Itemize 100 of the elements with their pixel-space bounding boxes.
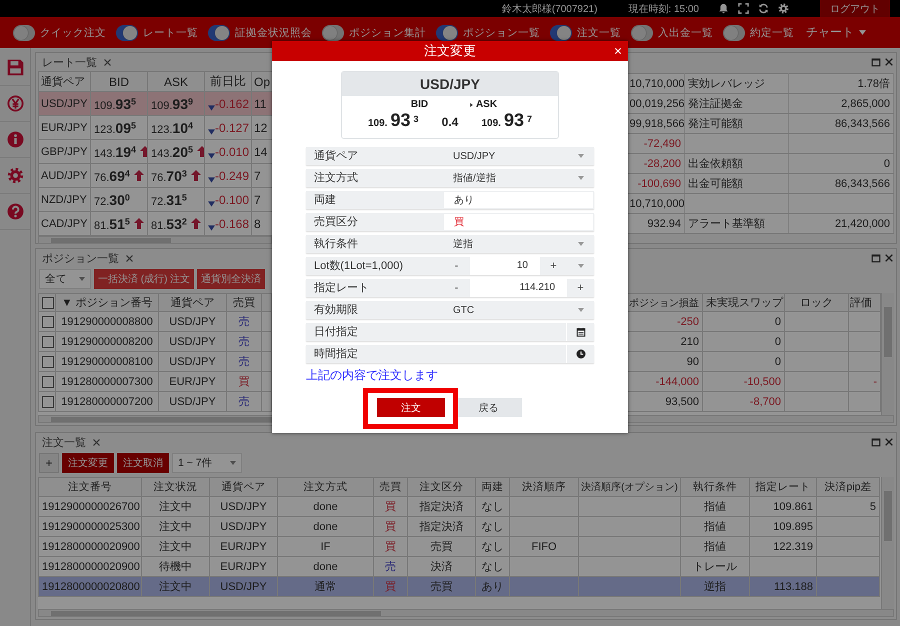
panel-tab[interactable]: ポジション一覧 <box>38 250 138 266</box>
table-cell: 11 <box>252 92 272 116</box>
vertical-scrollbar[interactable] <box>881 477 894 609</box>
table-cell: 1912800000020900 <box>38 536 142 556</box>
column-header: 注文方式 <box>278 478 374 496</box>
maximize-icon[interactable] <box>871 253 881 263</box>
table-cell: アラート基準額 <box>684 214 788 234</box>
toggle-switch[interactable] <box>436 24 458 40</box>
action-button[interactable]: 通貨別全決済 <box>197 269 266 289</box>
table-row[interactable]: GBP/JPY 143.19$^{4}$ 143.20$^{5}$ -0.010 14 <box>38 140 272 164</box>
dropdown[interactable]: 逆指 <box>443 235 594 253</box>
table-cell: USD/JPY <box>210 576 278 596</box>
table-cell: 売 <box>226 312 262 332</box>
table-cell: 注文中 <box>142 576 210 596</box>
table-row[interactable]: USD/JPY 109.93$^{5}$ 109.93$^{9}$ -0.162 11 <box>38 92 272 116</box>
column-header: 決済順序(オプション) <box>578 478 680 496</box>
table-cell: 1912900000025300 <box>38 516 142 536</box>
table-row[interactable]: AUD/JPY 76.69$^{4}$ 76.70$^{3}$ -0.249 7 <box>38 164 272 188</box>
bid-price: 81.51$^{5}$ <box>94 220 130 232</box>
yen-icon[interactable] <box>6 95 24 112</box>
maximize-icon[interactable] <box>871 57 881 67</box>
field-label: 注文方式 <box>313 170 359 186</box>
table-row[interactable]: 1912900000025300 注文中 USD/JPY done 買 指定決済 なし 指値 109.895 <box>38 516 880 536</box>
table-cell: 売 <box>226 332 262 352</box>
checkbox[interactable] <box>42 356 54 368</box>
table-cell: 5 <box>816 496 880 516</box>
toggle-switch[interactable] <box>723 24 745 40</box>
toggle-switch[interactable] <box>550 24 572 40</box>
ask-price: 143.20$^{5}$ <box>151 148 194 160</box>
checkbox[interactable] <box>42 316 54 328</box>
toggle-switch[interactable] <box>116 24 138 40</box>
toggle-switch[interactable] <box>322 24 344 40</box>
clock-button[interactable] <box>567 345 594 363</box>
plus-button[interactable]: + <box>540 257 567 275</box>
column-header: 注文状況 <box>142 478 210 496</box>
table-cell: 86,343,566 <box>788 114 894 134</box>
back-button[interactable]: 戻る <box>455 398 522 417</box>
maximize-icon[interactable] <box>871 437 881 447</box>
close-icon[interactable] <box>884 253 894 263</box>
table-row[interactable]: 1912800000020900 注文中 EUR/JPY IF 買 売買 なし FIFO 指値 122.319 <box>38 536 880 556</box>
table-cell: 買 <box>374 536 408 556</box>
bid-price: 143.19$^{4}$ <box>94 148 136 160</box>
dropdown-button[interactable] <box>567 257 594 275</box>
action-button[interactable]: 注文取消 <box>117 453 169 473</box>
price-change: -0.100 <box>215 192 250 206</box>
number-field[interactable]: 10 <box>470 257 540 275</box>
table-cell: USD/JPY <box>158 312 226 332</box>
panel-tab[interactable]: レート一覧 <box>38 54 116 70</box>
refresh-icon[interactable] <box>758 3 769 14</box>
close-icon[interactable] <box>884 57 894 67</box>
calendar-button[interactable] <box>567 323 594 341</box>
table-cell: USD/JPY <box>158 352 226 372</box>
close-icon[interactable] <box>884 437 894 447</box>
toggle-switch[interactable] <box>631 24 653 40</box>
checkbox[interactable] <box>42 296 54 309</box>
dropdown[interactable]: USD/JPY <box>443 147 594 165</box>
info-icon[interactable] <box>6 131 24 148</box>
action-button[interactable]: 一括決済 (成行) 注文 <box>94 269 194 289</box>
checkbox[interactable] <box>42 336 54 348</box>
table-row[interactable]: NZD/JPY 72.30$^{0}$ 72.31$^{5}$ -0.100 7 <box>38 188 272 212</box>
minus-button[interactable]: - <box>443 279 470 297</box>
plus-button[interactable]: + <box>567 279 594 297</box>
bell-icon[interactable] <box>718 3 729 14</box>
save-icon[interactable] <box>6 59 24 76</box>
minus-button[interactable]: - <box>443 257 470 275</box>
toggle-switch[interactable] <box>208 24 230 40</box>
column-header: 売買 <box>374 478 408 496</box>
table-cell: 指値 <box>680 536 750 556</box>
add-button[interactable]: + <box>39 453 59 473</box>
time-field[interactable] <box>443 345 567 363</box>
toggle-switch[interactable] <box>13 24 35 40</box>
dropdown[interactable]: 指値/逆指 <box>443 169 594 187</box>
horizontal-scrollbar[interactable] <box>38 609 894 617</box>
horizontal-scrollbar[interactable] <box>38 236 272 244</box>
logout-button[interactable]: ログアウト <box>820 0 890 17</box>
checkbox[interactable] <box>42 396 54 408</box>
fullscreen-icon[interactable] <box>738 3 749 14</box>
table-cell: done <box>278 496 374 516</box>
chart-menu[interactable]: チャート <box>806 24 866 41</box>
table-row[interactable]: EUR/JPY 123.09$^{5}$ 123.10$^{4}$ -0.127 12 <box>38 116 272 140</box>
action-button[interactable]: 注文変更 <box>62 453 114 473</box>
checkbox[interactable] <box>42 376 54 388</box>
range-dropdown[interactable]: 1 ~ 7件 <box>172 453 242 473</box>
ask-price: 123.10$^{4}$ <box>151 124 194 136</box>
field-label: 日付指定 <box>313 324 359 340</box>
vertical-scrollbar[interactable] <box>881 293 894 415</box>
table-cell: EUR/JPY <box>38 116 90 140</box>
table-cell: -10,500 <box>702 372 784 392</box>
number-field[interactable]: 114.210 <box>470 279 567 297</box>
help-icon[interactable] <box>6 203 24 220</box>
table-cell: 出金可能額 <box>684 174 788 194</box>
dropdown[interactable]: GTC <box>443 301 594 319</box>
table-row[interactable]: 1912900000026700 注文中 USD/JPY done 買 指定決済 なし 指値 109.861 5 <box>38 496 880 516</box>
bid-price: 109.93$^{3}$ <box>368 110 419 131</box>
settings-icon[interactable] <box>6 167 24 184</box>
date-field[interactable] <box>443 323 567 341</box>
panel-tab[interactable]: 注文一覧 <box>38 434 105 450</box>
filter-dropdown[interactable]: 全て <box>39 269 91 289</box>
order-button[interactable]: 注文 <box>377 398 445 417</box>
table-row[interactable]: 1912800000020800 注文中 USD/JPY 通常 買 売買 あり 逆指 113.188 <box>38 576 880 596</box>
